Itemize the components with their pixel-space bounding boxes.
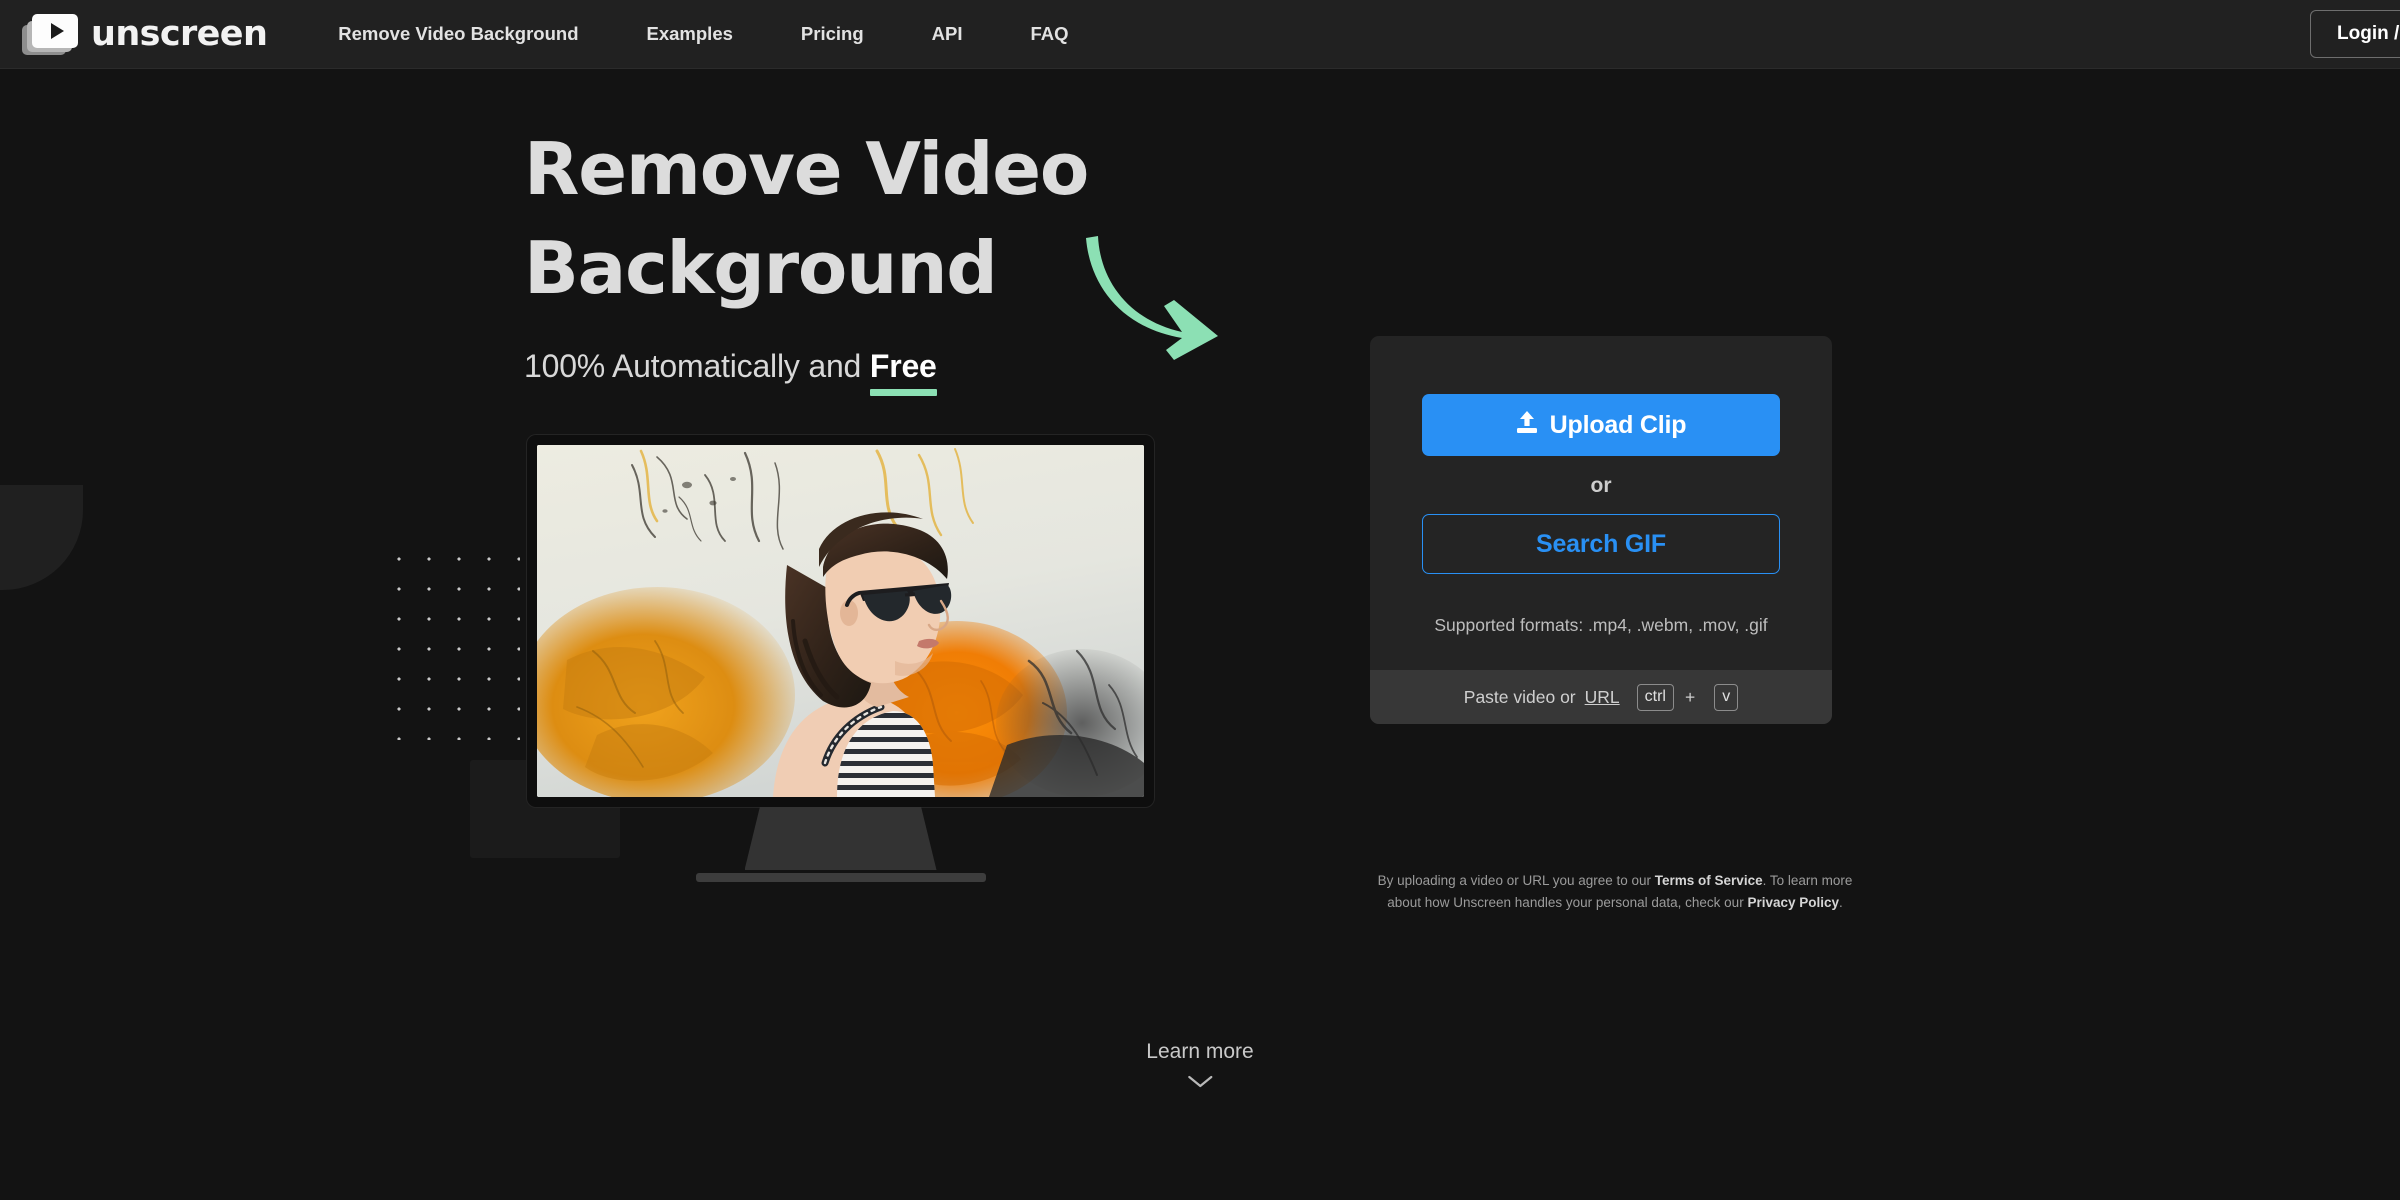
key-ctrl: ctrl xyxy=(1636,683,1674,711)
nav-item-api[interactable]: API xyxy=(898,23,997,45)
chevron-down-icon[interactable] xyxy=(1146,1075,1253,1093)
page-subtitle: 100% Automatically and Free xyxy=(524,348,1088,396)
monitor-stand-base xyxy=(695,873,986,882)
video-stack-play-icon xyxy=(22,11,78,57)
page-subtitle-highlight: Free xyxy=(869,348,937,396)
learn-more-label: Learn more xyxy=(1146,1040,1254,1063)
paste-label: Paste video or xyxy=(1463,686,1576,707)
page-title: Remove Video Background xyxy=(524,133,1089,310)
supported-formats-label: Supported formats: .mp4, .webm, .mov, .g… xyxy=(1434,615,1768,635)
or-divider-label: or xyxy=(1590,474,1612,497)
url-link[interactable]: URL xyxy=(1585,687,1620,708)
upload-panel: Upload Clip or Search GIF Supported form… xyxy=(1370,336,1832,724)
paste-url-bar[interactable]: Paste video or URL ctrl + v xyxy=(1370,670,1832,724)
key-plus: + xyxy=(1684,686,1696,707)
terms-of-service-link[interactable]: Terms of Service xyxy=(1655,873,1763,888)
legal-part1: By uploading a video or URL you agree to… xyxy=(1377,873,1655,888)
nav-item-pricing[interactable]: Pricing xyxy=(767,23,898,45)
nav-item-remove-video-background[interactable]: Remove Video Background xyxy=(338,23,612,45)
curved-arrow-down-right-icon xyxy=(1078,228,1248,363)
monitor-preview xyxy=(527,435,1154,882)
upload-icon xyxy=(1516,410,1538,441)
page-subtitle-prefix: 100% Automatically and xyxy=(524,348,870,384)
decorative-dot-grid xyxy=(380,540,520,740)
monitor-stand-neck xyxy=(744,807,937,870)
key-v: v xyxy=(1714,683,1739,711)
monitor-frame xyxy=(527,435,1154,807)
decorative-blob-left xyxy=(0,485,83,590)
hero-section: Remove Video Background 100% Automatical… xyxy=(524,133,1089,396)
video-preview[interactable] xyxy=(537,445,1144,797)
upload-clip-button[interactable]: Upload Clip xyxy=(1422,394,1780,456)
logo-text: unscreen xyxy=(91,14,268,54)
nav-item-faq[interactable]: FAQ xyxy=(996,23,1102,45)
main-nav: Remove Video Background Examples Pricing… xyxy=(338,23,1102,45)
learn-more-section[interactable]: Learn more xyxy=(1146,1040,1254,1093)
legal-disclaimer: By uploading a video or URL you agree to… xyxy=(1360,870,1870,914)
nav-item-examples[interactable]: Examples xyxy=(613,23,767,45)
upload-clip-label: Upload Clip xyxy=(1549,410,1687,439)
login-signup-button[interactable]: Login / Sign Up xyxy=(2310,10,2400,58)
privacy-policy-link[interactable]: Privacy Policy xyxy=(1747,895,1839,910)
logo[interactable]: unscreen xyxy=(22,11,268,57)
site-header: unscreen Remove Video Background Example… xyxy=(0,0,2400,69)
legal-part3: . xyxy=(1839,894,1843,910)
search-gif-button[interactable]: Search GIF xyxy=(1422,514,1780,574)
upload-panel-body: Upload Clip or Search GIF Supported form… xyxy=(1370,336,1832,670)
page-title-line2: Background xyxy=(524,226,998,310)
page-title-line1: Remove Video xyxy=(524,127,1089,211)
